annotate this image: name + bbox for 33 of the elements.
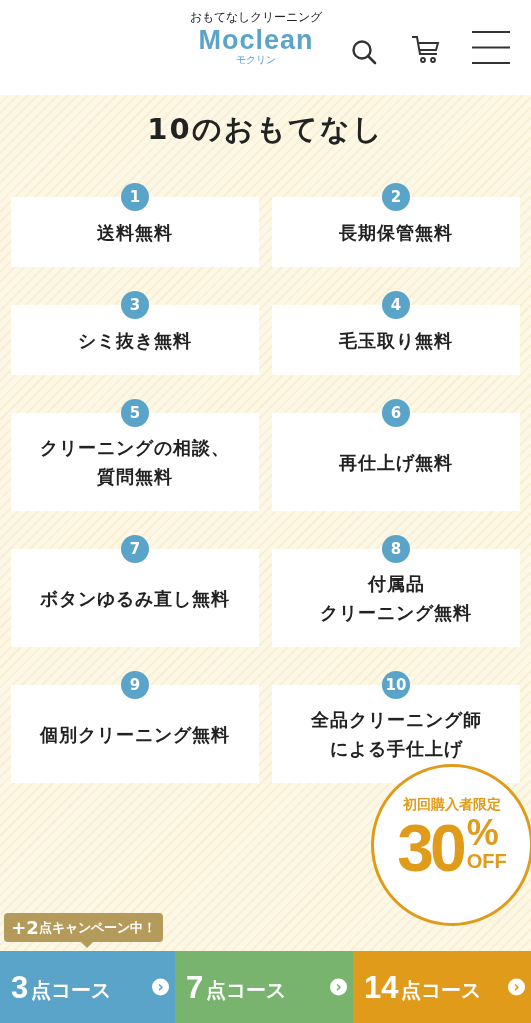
feature-text: 送料無料 [97,220,173,245]
number-badge: 9 [121,671,149,699]
logo-reading: モクリン [236,55,276,65]
feature-text: ボタンゆるみ直し無料 [40,586,230,611]
feature-text: 個別クリーニング無料 [40,722,230,747]
number-badge: 7 [121,535,149,563]
number-badge: 4 [382,291,410,319]
course-button[interactable]: 14点コース › [353,951,531,1023]
feature-text: 再仕上げ無料 [339,450,453,475]
cart-icon[interactable] [411,35,441,65]
logo[interactable]: Moclean [198,27,314,54]
number-badge: 2 [382,183,410,211]
feature-text: 毛玉取り無料 [339,328,453,353]
feature-text: 全品クリーニング師 による手仕上げ [310,708,482,761]
number-badge: 1 [121,183,149,211]
chevron-icon: › [508,978,525,996]
logo-tagline: おもてなしクリーニング [190,10,322,24]
course-button[interactable]: 3 点コース › [0,951,175,1023]
feature-text: 付属品 クリーニング無料 [320,572,472,625]
chevron-icon: › [330,978,347,996]
feature-text: シミ抜き無料 [78,328,192,353]
number-badge: 8 [382,535,410,563]
feature-text: クリーニングの相談、 質問無料 [40,436,230,489]
number-badge: 6 [382,399,410,427]
course-button[interactable]: 7 点コース › [175,951,353,1023]
section-title: 10のおもてなし [146,111,385,148]
number-badge: 3 [121,291,149,319]
search-icon[interactable] [351,39,377,65]
number-badge: 5 [121,399,149,427]
number-badge: 10 [382,671,410,699]
menu-icon[interactable] [472,31,510,64]
feature-text: 長期保管無料 [339,220,453,245]
chevron-icon: › [152,978,169,996]
